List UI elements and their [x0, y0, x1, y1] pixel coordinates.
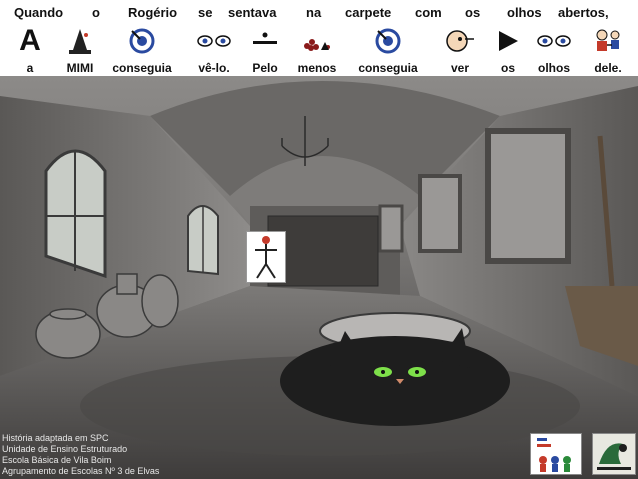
caption-word: se: [198, 5, 213, 20]
symbol-label: menos: [297, 61, 337, 75]
symbol-cell: conseguia: [106, 26, 178, 76]
symbol-cell: Pelo: [244, 26, 286, 76]
credit-line: Escola Básica de Vila Boim: [2, 455, 112, 465]
portrait-frame: [378, 204, 404, 253]
symbol-label: ver: [450, 61, 470, 75]
caption-word: o: [92, 5, 100, 20]
credit-line: Unidade de Ensino Estruturado: [2, 444, 128, 454]
symbol-cell: dele.: [584, 26, 632, 76]
caption-word: olhos: [507, 5, 542, 20]
play-triangle-icon: [496, 26, 520, 56]
symbol-cell: ver: [440, 26, 480, 76]
illustration-scene: História adaptada em SPC Unidade de Ensi…: [0, 76, 638, 479]
symbol-cell: vê-lo.: [186, 26, 242, 76]
letter-a-icon: A: [19, 24, 41, 57]
portrait-frame: [418, 174, 462, 253]
symbol-cell: MIMI: [54, 26, 106, 76]
castle-hall-illustration: [0, 81, 638, 479]
eyes-icon: [536, 26, 572, 56]
symbol-label: Pelo: [252, 61, 278, 75]
symbol-cell: menos: [290, 26, 344, 76]
target-icon: [374, 26, 402, 56]
arched-window: [187, 205, 219, 276]
caption-strip: Quando o Rogério se sentava na carpete c…: [0, 0, 638, 76]
symbol-label: conseguia: [112, 61, 172, 75]
symbol-cell: olhos: [530, 26, 578, 76]
symbol-label: a: [26, 61, 34, 75]
caption-word: Rogério: [128, 5, 178, 20]
credit-line: Agrupamento de Escolas Nº 3 de Elvas: [2, 466, 160, 476]
caption-word: com: [415, 5, 442, 20]
his-person-icon: [593, 26, 623, 56]
caption-word: carpete: [345, 5, 392, 20]
caption-line-1: Quando o Rogério se sentava na carpete c…: [0, 0, 638, 22]
symbol-label: vê-lo.: [198, 61, 230, 75]
look-face-icon: [445, 26, 475, 56]
symbol-cell: os: [490, 26, 526, 76]
caption-word: Quando: [14, 5, 64, 20]
caption-word: abertos,: [558, 5, 609, 20]
symbol-label: MIMI: [66, 61, 94, 75]
caption-word: os: [465, 5, 481, 20]
arched-window: [44, 149, 107, 279]
school-logo: [530, 433, 582, 475]
fewer-dots-icon: [301, 26, 333, 56]
symbol-cell: A a: [10, 26, 50, 76]
caption-line-2: A a MIMI conseguia vê-lo. Pelo menos con…: [0, 26, 638, 76]
symbol-label: olhos: [538, 61, 570, 75]
symbol-label: os: [500, 61, 515, 75]
credits-text: História adaptada em SPC Unidade de Ensi…: [2, 433, 242, 477]
minus-icon: [251, 26, 279, 56]
credit-line: História adaptada em SPC: [2, 433, 109, 443]
symbol-label: dele.: [594, 61, 622, 75]
eyes-icon: [196, 26, 232, 56]
target-icon: [128, 26, 156, 56]
cluster-logo: [592, 433, 636, 475]
skeleton-figure-inset: [246, 231, 286, 283]
symbol-cell: conseguia: [352, 26, 424, 76]
portrait-frame: [485, 128, 571, 264]
caption-word: na: [306, 5, 322, 20]
witch-hat-icon: [66, 26, 94, 56]
symbol-label: conseguia: [358, 61, 418, 75]
caption-word: sentava: [228, 5, 277, 20]
